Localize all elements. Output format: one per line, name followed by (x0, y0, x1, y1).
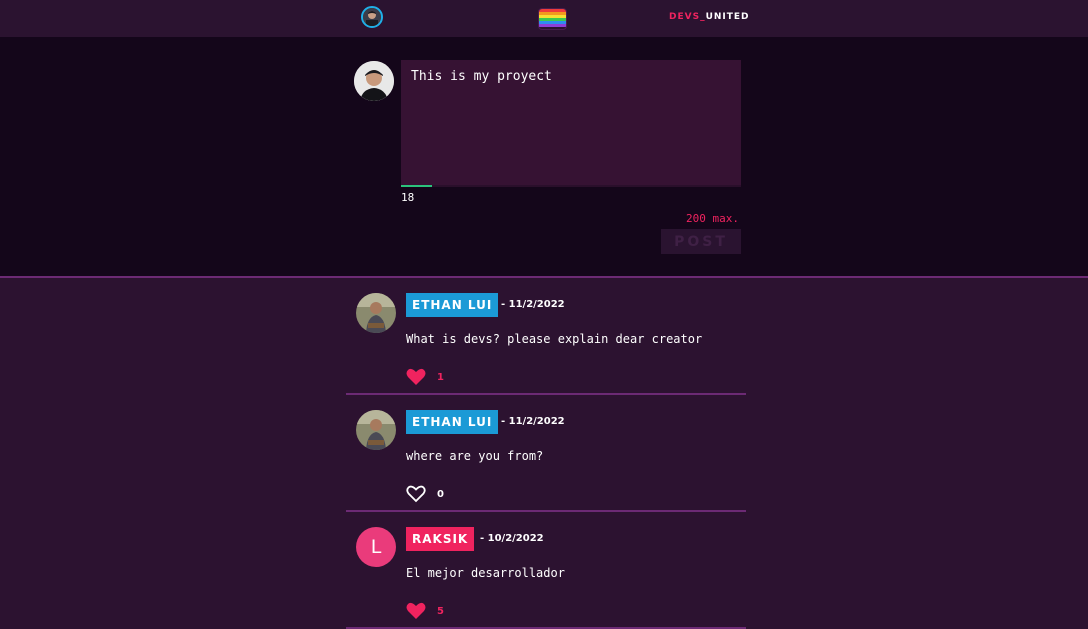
post-author-avatar[interactable] (356, 410, 396, 450)
post-composer: This is my proyect 18 200 max. POST (0, 37, 1088, 278)
user-avatar-icon[interactable] (361, 6, 383, 28)
post-text-input[interactable]: This is my proyect (401, 60, 741, 185)
post-text: What is devs? please explain dear creato… (406, 332, 703, 346)
brand-name-part2: UNITED (705, 12, 750, 22)
like-count: 0 (437, 489, 444, 500)
rainbow-logo-icon[interactable] (538, 8, 567, 30)
post-date: - 11/2/2022 (501, 416, 565, 427)
top-navigation-bar: DEVS_UNITED (0, 0, 1088, 37)
post-date: - 11/2/2022 (501, 299, 565, 310)
like-count: 1 (437, 372, 444, 383)
heart-filled-icon[interactable] (406, 368, 426, 386)
brand-name-part1: DEVS_ (669, 12, 706, 22)
character-count: 18 (401, 191, 415, 204)
post-item: L RAKSIK - 10/2/2022 El mejor desarrolla… (346, 512, 746, 629)
post-author-avatar[interactable]: L (356, 527, 396, 567)
brand-name: DEVS_UNITED (669, 12, 750, 22)
logo-stripe (539, 24, 566, 27)
post-button[interactable]: POST (661, 229, 741, 254)
post-item: ETHAN LUI - 11/2/2022 What is devs? plea… (346, 278, 746, 395)
post-username[interactable]: RAKSIK (406, 527, 475, 551)
post-username[interactable]: ETHAN LUI (406, 293, 499, 317)
max-characters-label: 200 max. (686, 212, 739, 225)
post-text: El mejor desarrollador (406, 566, 565, 580)
post-item: ETHAN LUI - 11/2/2022 where are you from… (346, 395, 746, 512)
current-user-avatar (354, 61, 394, 101)
character-progress-fill (401, 185, 432, 187)
post-date: - 10/2/2022 (480, 533, 544, 544)
post-username[interactable]: ETHAN LUI (406, 410, 499, 434)
post-author-avatar[interactable] (356, 293, 396, 333)
heart-filled-icon[interactable] (406, 602, 426, 620)
like-count: 5 (437, 606, 444, 617)
heart-outline-icon[interactable] (406, 485, 426, 503)
character-progress-bar (401, 185, 741, 187)
post-text: where are you from? (406, 449, 544, 463)
posts-feed: ETHAN LUI - 11/2/2022 What is devs? plea… (346, 278, 746, 629)
